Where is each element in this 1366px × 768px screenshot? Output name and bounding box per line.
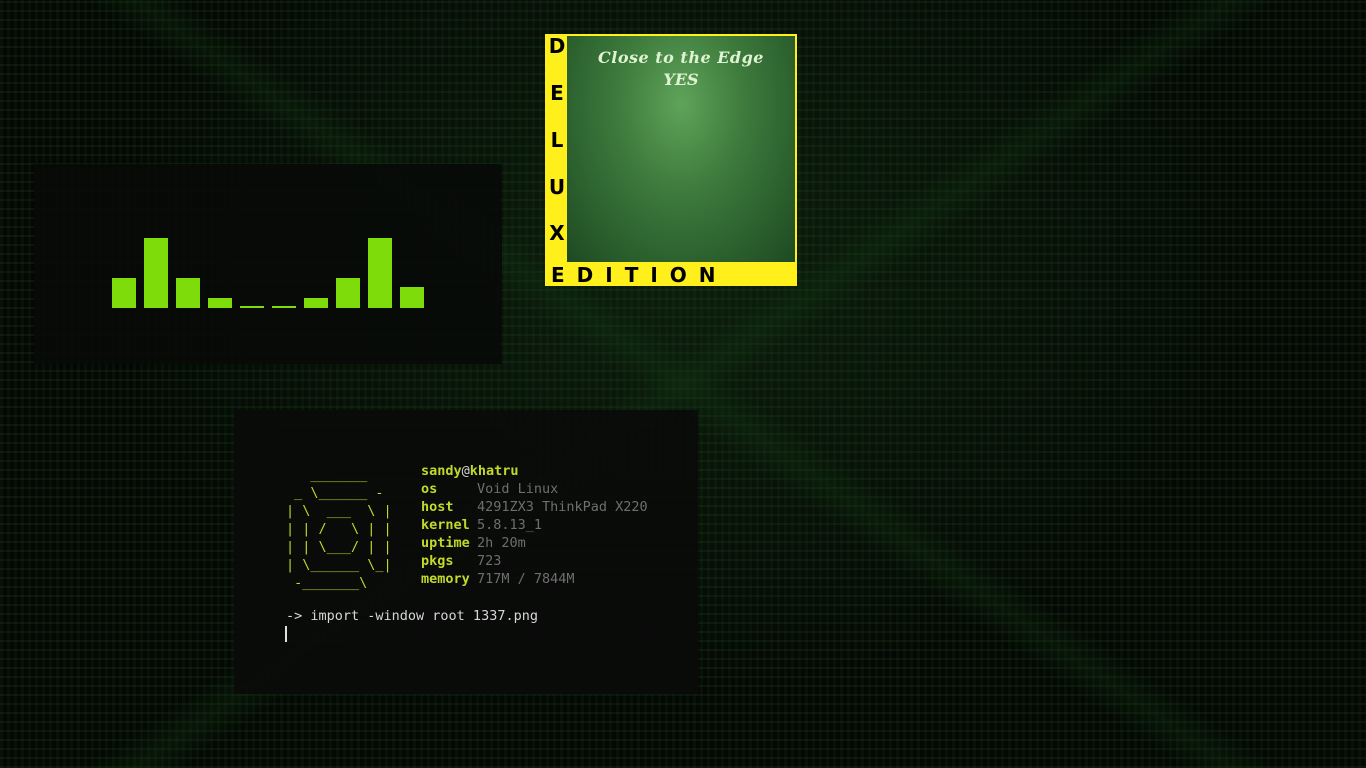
album-edition-text: EDITION (551, 263, 728, 287)
info-row-host: host 4291ZX3 ThinkPad X220 (421, 498, 648, 516)
visualizer-bar (272, 306, 296, 308)
album-side-letter: E (550, 81, 564, 105)
album-artwork: Close to the Edge YES (567, 36, 795, 262)
info-key: kernel (421, 517, 470, 533)
command-line[interactable]: -> import -window root 1337.png (286, 607, 538, 625)
info-key: pkgs (421, 553, 454, 569)
visualizer-bar (336, 278, 360, 308)
info-value: 2h 20m (477, 535, 526, 551)
info-row-os: os Void Linux (421, 480, 648, 498)
album-title: Close to the Edge (598, 48, 764, 67)
visualizer-bar (400, 287, 424, 308)
album-side-letter: U (548, 175, 566, 199)
info-value: 5.8.13_1 (477, 517, 543, 533)
visualizer-bar (208, 298, 232, 308)
visualizer-bar (176, 278, 200, 308)
text-cursor[interactable] (285, 626, 287, 642)
info-key: os (421, 481, 438, 497)
info-value: 723 (477, 553, 502, 569)
info-row-kernel: kernel 5.8.13_1 (421, 516, 648, 534)
album-side-letter: D (548, 34, 566, 58)
info-value: 717M / 7844M (477, 571, 575, 587)
album-cover: D E L U X Close to the Edge YES EDITION (545, 34, 797, 287)
hostname: khatru (469, 463, 519, 479)
username: sandy (421, 463, 462, 479)
album-band-logo: YES (663, 70, 699, 89)
at-sign: @ (461, 463, 470, 479)
visualizer-bar (240, 306, 264, 308)
album-side-letter: X (549, 221, 565, 245)
info-key: host (421, 499, 454, 515)
audio-visualizer (34, 164, 502, 364)
info-key: uptime (421, 535, 470, 551)
distro-ascii-logo: _______ _ \______ - | \ ___ \ | | | / \ … (286, 467, 392, 591)
system-fetch-info: sandy@khatru os Void Linux host 4291ZX3 Th… (421, 462, 648, 588)
visualizer-bar (112, 278, 136, 308)
album-side-letter: L (550, 128, 564, 152)
terminal-window[interactable]: _______ _ \______ - | \ ___ \ | | | / \ … (234, 410, 698, 694)
visualizer-bar (304, 298, 328, 308)
info-row-memory: memory 717M / 7844M (421, 570, 648, 588)
info-value: 4291ZX3 ThinkPad X220 (477, 499, 648, 515)
user-host-line: sandy@khatru (421, 462, 648, 480)
info-key: memory (421, 571, 470, 587)
info-value: Void Linux (477, 481, 559, 497)
visualizer-bar (368, 238, 392, 308)
info-row-pkgs: pkgs 723 (421, 552, 648, 570)
visualizer-bar (144, 238, 168, 308)
info-row-uptime: uptime 2h 20m (421, 534, 648, 552)
